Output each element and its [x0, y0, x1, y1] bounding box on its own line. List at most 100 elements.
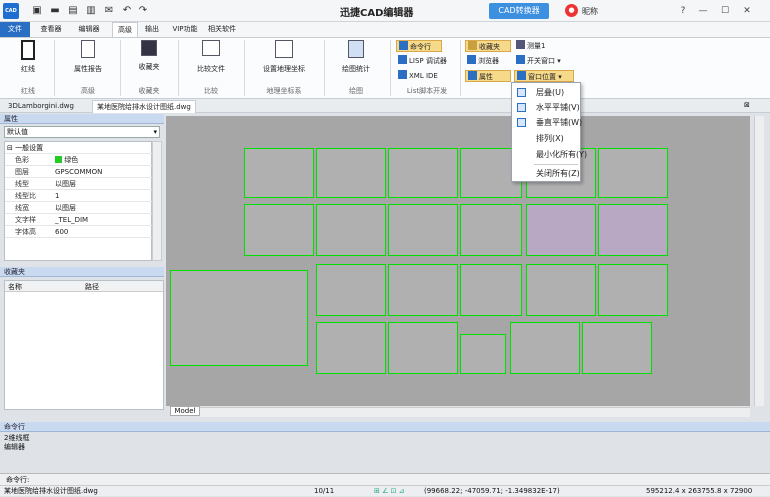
save-icon[interactable]: ▣	[30, 4, 44, 18]
snap-icons[interactable]: ⊞ ∠ ⊡ ⊿	[374, 486, 405, 497]
favorites-col-name[interactable]: 名称	[8, 282, 22, 292]
property-row[interactable]: 字体高 600	[5, 226, 153, 238]
toggle-window-button[interactable]: 开关窗口 ▾	[514, 55, 572, 67]
browser-label: 浏览器	[478, 57, 499, 65]
browser-button[interactable]: 浏览器	[465, 55, 511, 67]
close-icon[interactable]: ✕	[740, 4, 754, 18]
statistics-icon	[348, 40, 364, 58]
properties-section-row[interactable]: ⊟ 一般设置	[5, 142, 153, 154]
tab-related-software[interactable]: 相关软件	[205, 22, 239, 37]
nickname[interactable]: 昵称	[582, 6, 598, 17]
tab-advanced[interactable]: 高级	[112, 22, 138, 37]
command-input[interactable]: 命令行:	[0, 473, 770, 485]
doc-tab-lamborgini[interactable]: 3DLamborgini.dwg	[4, 100, 78, 113]
model-tab[interactable]: Model	[170, 406, 200, 416]
doc-tab-hospital[interactable]: 某地医院给排水设计图纸.dwg	[92, 100, 196, 113]
open-folder-icon[interactable]: ▬	[48, 4, 62, 18]
drawing-sheet[interactable]	[316, 148, 386, 198]
canvas-vertical-scrollbar[interactable]	[754, 116, 764, 406]
print-icon[interactable]: ▥	[84, 4, 98, 18]
drawing-sheet[interactable]	[388, 264, 458, 316]
canvas-horizontal-scrollbar[interactable]	[200, 407, 750, 417]
property-row[interactable]: 线型 以图层	[5, 178, 153, 190]
save-as-icon[interactable]: ▤	[66, 4, 80, 18]
drawing-statistics-button[interactable]: 绘图统计	[332, 40, 380, 74]
menu-cascade[interactable]: 层叠(U)	[512, 86, 580, 99]
drawing-sheet[interactable]	[316, 264, 386, 316]
drawing-sheet[interactable]	[598, 204, 668, 256]
properties-scrollbar[interactable]	[152, 141, 162, 261]
menu-tile-vertical[interactable]: 垂直平铺(W)	[512, 116, 582, 129]
favorites-toggle-button[interactable]: 收藏夹	[465, 40, 511, 52]
property-row[interactable]: 线型比 1	[5, 190, 153, 202]
ribbon-divider	[178, 40, 179, 96]
drawing-sheet[interactable]	[510, 322, 580, 374]
drawing-sheet[interactable]	[316, 322, 386, 374]
menu-item-label: 最小化所有(Y)	[536, 150, 588, 159]
drawing-sheet-site-plan[interactable]	[170, 270, 308, 366]
command-line-icon	[399, 41, 408, 50]
tab-editor[interactable]: 编辑器	[72, 22, 106, 37]
group-label-geo: 地理坐标系	[266, 87, 302, 95]
drawing-canvas[interactable]	[166, 116, 750, 406]
properties-toggle-button[interactable]: 属性	[465, 70, 511, 82]
drawing-sheet[interactable]	[244, 204, 314, 256]
status-page: 10/11	[314, 487, 335, 495]
red-line-button[interactable]: 红线	[8, 40, 48, 74]
property-row[interactable]: 色彩 绿色	[5, 154, 153, 166]
window-position-button[interactable]: 窗口位置 ▾	[514, 70, 574, 82]
property-row[interactable]: 图层 GPSCOMMON	[5, 166, 153, 178]
attribute-report-button[interactable]: 属性报告	[62, 40, 114, 74]
favorites-icon	[141, 40, 157, 56]
favorites-col-path[interactable]: 路径	[85, 282, 99, 292]
xml-ide-button[interactable]: XML IDE	[396, 70, 446, 82]
measure-label: 测量1	[527, 42, 546, 50]
command-line-button[interactable]: 命令行	[396, 40, 442, 52]
menu-arrange[interactable]: 排列(X)	[512, 132, 580, 145]
drawing-sheet[interactable]	[388, 148, 458, 198]
property-row[interactable]: 线宽 以图层	[5, 202, 153, 214]
tab-viewer[interactable]: 查看器	[34, 22, 68, 37]
drawing-sheet[interactable]	[460, 264, 522, 316]
redo-icon[interactable]: ↷	[136, 4, 150, 18]
menu-minimize-all[interactable]: 最小化所有(Y)	[512, 148, 587, 161]
favorites-dropdown-button[interactable]: 收藏夹	[126, 40, 172, 72]
menu-divider	[534, 164, 578, 165]
set-geo-coordinates-button[interactable]: 设置地理坐标	[252, 40, 316, 74]
user-avatar-icon[interactable]: ●	[565, 4, 578, 17]
lisp-debugger-button[interactable]: LISP 调试器	[396, 55, 454, 67]
cad-converter-button[interactable]: CAD转换器	[489, 3, 549, 19]
drawing-sheet[interactable]	[388, 204, 458, 256]
color-swatch-icon	[55, 156, 62, 163]
menu-close-all[interactable]: 关闭所有(Z)	[512, 167, 580, 180]
properties-select[interactable]: 默认值 ▾	[4, 126, 160, 138]
measure-button[interactable]: 测量1	[514, 40, 564, 52]
drawing-sheet[interactable]	[598, 264, 668, 316]
drawing-sheet[interactable]	[316, 204, 386, 256]
tab-output[interactable]: 输出	[140, 22, 164, 37]
minimize-icon[interactable]: —	[696, 4, 710, 18]
xml-icon	[398, 70, 407, 79]
property-row[interactable]: 文字样 _TEL_DIM	[5, 214, 153, 226]
tab-file[interactable]: 文件	[0, 22, 30, 37]
command-history-line: 编辑器	[4, 443, 25, 451]
drawing-sheet[interactable]	[460, 334, 506, 374]
tab-vip[interactable]: VIP功能	[168, 22, 202, 37]
compare-files-button[interactable]: 比较文件	[186, 40, 236, 74]
maximize-icon[interactable]: ☐	[718, 4, 732, 18]
drawing-sheet[interactable]	[460, 204, 522, 256]
ribbon-divider	[460, 40, 461, 96]
undo-icon[interactable]: ↶	[120, 4, 134, 18]
drawing-sheet[interactable]	[526, 204, 596, 256]
email-icon[interactable]: ✉	[102, 4, 116, 18]
drawing-sheet[interactable]	[388, 322, 458, 374]
drawing-sheet[interactable]	[598, 148, 668, 198]
drawing-sheet[interactable]	[526, 264, 596, 316]
drawing-sheet[interactable]	[582, 322, 652, 374]
help-icon[interactable]: ?	[676, 4, 690, 18]
drawing-sheet[interactable]	[244, 148, 314, 198]
window-position-label: 窗口位置	[528, 73, 556, 81]
doc-close-icon[interactable]: ⊠	[744, 101, 750, 109]
menu-tile-horizontal[interactable]: 水平平铺(V)	[512, 101, 580, 114]
group-label-red-line: 红线	[21, 87, 35, 95]
